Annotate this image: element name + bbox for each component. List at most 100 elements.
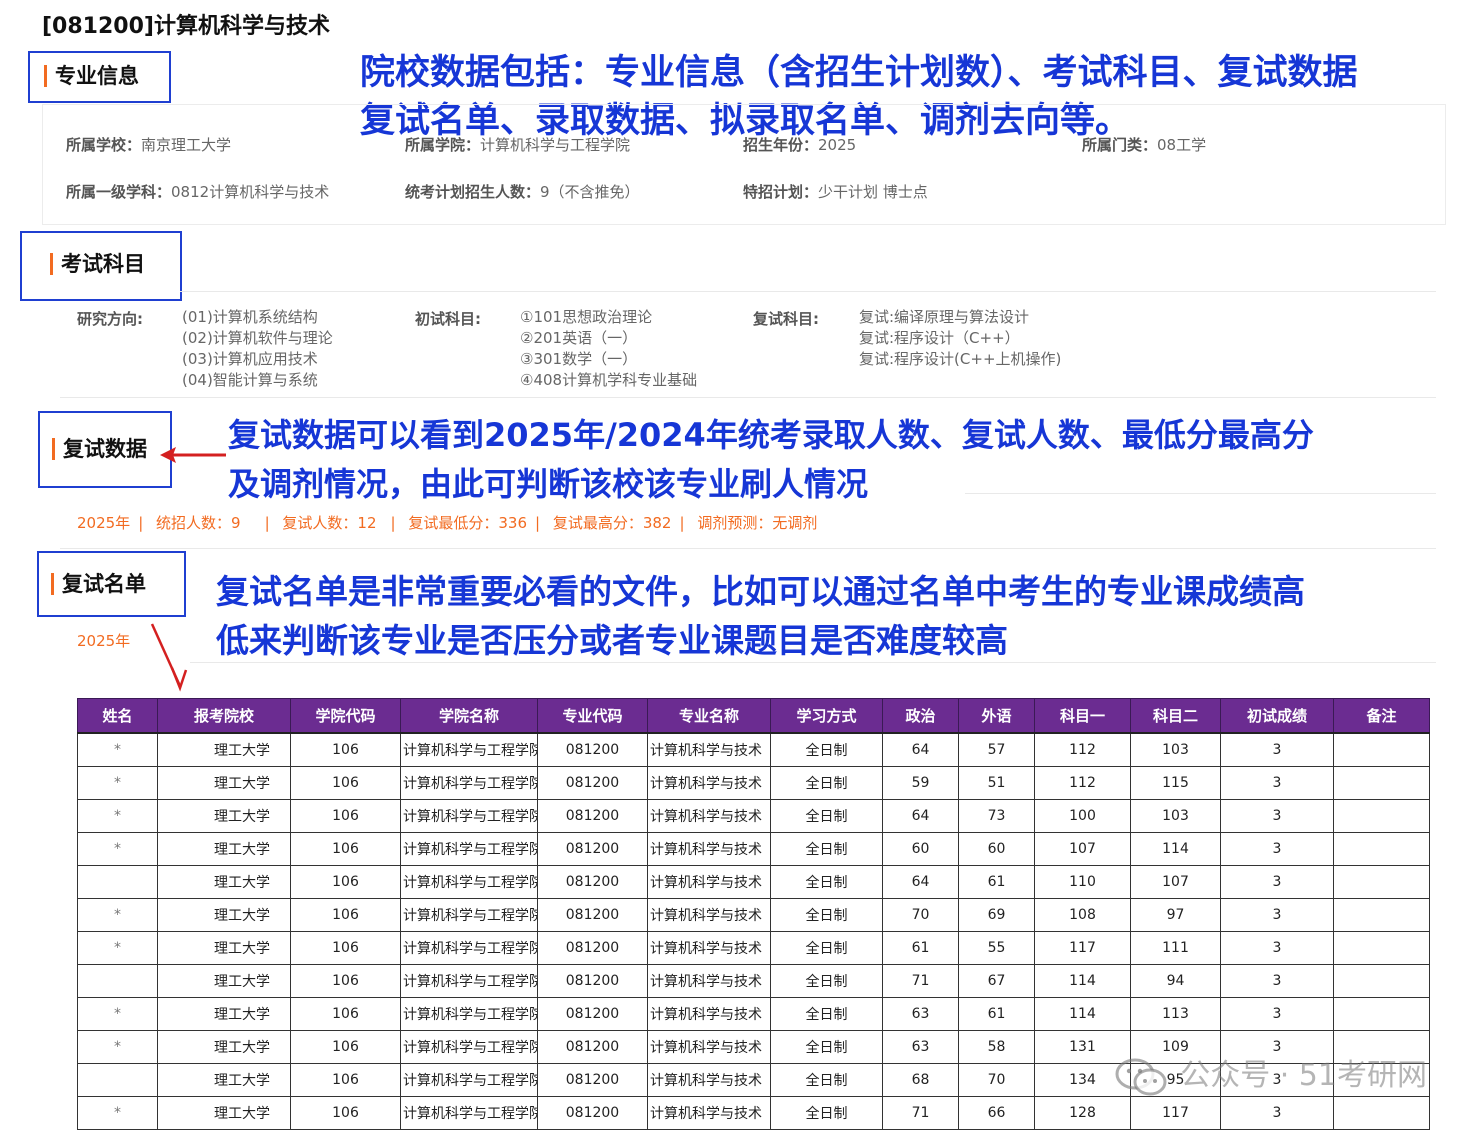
- table-row: * 理工大学 106 计算机科学与工程学院 081200 计算机科学与技术 全日制 61 55 1…: [77, 931, 1430, 965]
- table-cell: *: [77, 766, 158, 800]
- column-header[interactable]: 初试成绩: [1220, 698, 1334, 734]
- table-cell: 3: [1220, 865, 1334, 899]
- column-header[interactable]: 科目一: [1034, 698, 1131, 734]
- table-cell: 97: [1130, 898, 1221, 932]
- table-cell: 60: [882, 832, 959, 866]
- table-cell: *: [77, 931, 158, 965]
- table-cell: 73: [958, 799, 1035, 833]
- table-cell: 081200: [537, 766, 648, 800]
- table-cell: *: [77, 997, 158, 1031]
- column-header[interactable]: 报考院校: [157, 698, 291, 734]
- table-cell: 全日制: [770, 832, 883, 866]
- table-cell: 70: [958, 1063, 1035, 1097]
- table-cell: [77, 964, 158, 998]
- table-cell: 111: [1130, 931, 1221, 965]
- table-cell: 113: [1130, 997, 1221, 1031]
- table-cell: 理工大学: [157, 931, 291, 965]
- table-cell: 理工大学: [157, 865, 291, 899]
- table-cell: 理工大学: [157, 766, 291, 800]
- table-row: 理工大学 106 计算机科学与工程学院 081200 计算机科学与技术 全日制 71 67 11…: [77, 964, 1430, 998]
- table-cell: 3: [1220, 832, 1334, 866]
- table-cell: 理工大学: [157, 898, 291, 932]
- column-header[interactable]: 政治: [882, 698, 959, 734]
- table-cell: 114: [1034, 997, 1131, 1031]
- college-field: 所属学院：计算机科学与工程学院: [405, 136, 631, 154]
- table-cell: 全日制: [770, 964, 883, 998]
- initial-subjects-label: 初试科目:: [415, 310, 481, 328]
- table-cell: 全日制: [770, 799, 883, 833]
- table-cell: *: [77, 1030, 158, 1064]
- table-cell: 70: [882, 898, 959, 932]
- table-cell: 114: [1034, 964, 1131, 998]
- column-header[interactable]: 专业名称: [647, 698, 771, 734]
- table-cell: 94: [1130, 964, 1221, 998]
- table-cell: [1333, 865, 1430, 899]
- stat-adjust: 调剂预测：无调剂: [697, 514, 818, 532]
- table-cell: 计算机科学与技术: [647, 766, 771, 800]
- page-title: [081200]计算机科学与技术: [42, 14, 330, 39]
- table-cell: 60: [958, 832, 1035, 866]
- table-cell: 106: [290, 964, 401, 998]
- direction-label: 研究方向:: [77, 310, 143, 328]
- column-header[interactable]: 姓名: [77, 698, 158, 734]
- stat-max-score: 复试最高分：382: [552, 514, 672, 532]
- table-cell: 计算机科学与工程学院: [400, 964, 538, 998]
- stat-year: 2025年: [77, 514, 131, 532]
- table-cell: 计算机科学与工程学院: [400, 898, 538, 932]
- table-cell: *: [77, 1096, 158, 1130]
- list-item: (04)智能计算与系统: [182, 371, 318, 389]
- table-cell: 68: [882, 1063, 959, 1097]
- column-header[interactable]: 学院代码: [290, 698, 401, 734]
- table-cell: 081200: [537, 865, 648, 899]
- table-cell: 114: [1130, 832, 1221, 866]
- table-cell: 128: [1034, 1096, 1131, 1130]
- column-header[interactable]: 专业代码: [537, 698, 648, 734]
- table-cell: 全日制: [770, 898, 883, 932]
- table-cell: 081200: [537, 898, 648, 932]
- list-item: 复试:程序设计(C++上机操作): [859, 350, 1062, 368]
- table-cell: 理工大学: [157, 1096, 291, 1130]
- column-header[interactable]: 外语: [958, 698, 1035, 734]
- column-header[interactable]: 学院名称: [400, 698, 538, 734]
- table-row: * 理工大学 106 计算机科学与工程学院 081200 计算机科学与技术 全日制 70 69 1…: [77, 898, 1430, 932]
- table-cell: 71: [882, 964, 959, 998]
- table-cell: [1333, 766, 1430, 800]
- table-cell: 全日制: [770, 997, 883, 1031]
- column-header[interactable]: 科目二: [1130, 698, 1221, 734]
- table-cell: 081200: [537, 964, 648, 998]
- table-cell: 3: [1220, 898, 1334, 932]
- column-header[interactable]: 学习方式: [770, 698, 883, 734]
- table-cell: 107: [1034, 832, 1131, 866]
- table-cell: 117: [1034, 931, 1131, 965]
- table-cell: 全日制: [770, 732, 883, 767]
- table-cell: 58: [958, 1030, 1035, 1064]
- school-field: 所属学校：南京理工大学: [66, 136, 232, 154]
- table-cell: 112: [1034, 732, 1131, 767]
- table-cell: 64: [882, 799, 959, 833]
- stat-min-score: 复试最低分：336: [408, 514, 527, 532]
- annotation-low-line2: 低来判断该专业是否压分或者专业课题目是否难度较高: [216, 621, 1008, 660]
- table-cell: *: [77, 898, 158, 932]
- table-cell: 59: [882, 766, 959, 800]
- table-cell: 理工大学: [157, 832, 291, 866]
- table-cell: 计算机科学与技术: [647, 1030, 771, 1064]
- column-header[interactable]: 备注: [1333, 698, 1430, 734]
- table-cell: 3: [1220, 1096, 1334, 1130]
- direction-list: (01)计算机系统结构 (02)计算机软件与理论 (03)计算机应用技术 (04…: [182, 307, 333, 391]
- table-cell: 理工大学: [157, 997, 291, 1031]
- table-cell: 理工大学: [157, 1030, 291, 1064]
- table-cell: *: [77, 832, 158, 866]
- table-cell: 计算机科学与工程学院: [400, 997, 538, 1031]
- table-cell: [77, 1063, 158, 1097]
- table-cell: 081200: [537, 832, 648, 866]
- table-cell: 61: [882, 931, 959, 965]
- section-title-exam: 考试科目: [50, 253, 145, 275]
- table-cell: [1333, 898, 1430, 932]
- table-cell: 106: [290, 1063, 401, 1097]
- table-cell: 66: [958, 1096, 1035, 1130]
- divider: [190, 662, 1436, 663]
- table-row: * 理工大学 106 计算机科学与工程学院 081200 计算机科学与技术 全日制 63 61 1…: [77, 997, 1430, 1031]
- table-cell: 57: [958, 732, 1035, 767]
- list-item: ④408计算机学科专业基础: [520, 371, 698, 389]
- table-cell: 106: [290, 832, 401, 866]
